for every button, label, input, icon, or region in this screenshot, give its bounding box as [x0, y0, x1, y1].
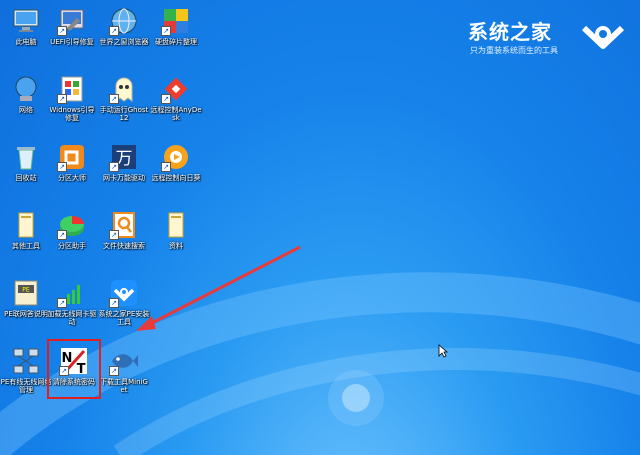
icon-label: 其他工具	[12, 242, 40, 250]
icon-label: 手动运行Ghost12	[99, 106, 149, 122]
desktop-icon-network[interactable]: 网络	[0, 72, 52, 136]
desktop-icon-miniget[interactable]: ↗ 下载工具MiniGet	[98, 344, 150, 408]
desktop-icon-ghost[interactable]: ↗ 手动运行Ghost12	[98, 72, 150, 136]
icon-label: 系统之家PE安装工具	[98, 310, 150, 326]
icon-label: Widnows引导修复	[49, 106, 95, 122]
desktop-icon-partition-helper[interactable]: ↗ 分区助手	[46, 208, 98, 272]
icon-label: 回收站	[15, 174, 37, 182]
icon-label: 世界之窗浏览器	[99, 38, 149, 46]
pe-doc-icon: PE	[14, 280, 38, 306]
icon-label: 分区助手	[58, 242, 86, 250]
desktop-icon-anydesk[interactable]: ↗ 远程控制AnyDesk	[150, 72, 202, 136]
folder-icon	[18, 212, 34, 238]
desktop-icon-recycle-bin[interactable]: 回收站	[0, 140, 52, 204]
xtzj-logo-icon	[581, 25, 625, 49]
desktop-icon-disk-defrag[interactable]: ↗ 硬盘碎片整理	[150, 4, 202, 68]
recycle-bin-icon	[17, 147, 35, 170]
network-icon	[15, 76, 37, 101]
brand-subtitle: 只为重装系统而生的工具	[470, 46, 558, 55]
icon-label: UEFI引导修复	[50, 38, 94, 46]
computer-icon	[13, 9, 39, 32]
desktop-icon-pe-install-tool[interactable]: ↗ 系统之家PE安装工具	[98, 276, 150, 340]
desktop-icon-uefi-repair[interactable]: ↗ UEFI引导修复	[46, 4, 98, 68]
icon-label: 远程控制向日葵	[151, 174, 201, 182]
icon-label: 下载工具MiniGet	[100, 378, 148, 394]
desktop-icon-other-tools[interactable]: 其他工具	[0, 208, 52, 272]
icon-label: 远程控制AnyDesk	[150, 106, 202, 122]
network-manager-icon	[13, 348, 39, 374]
icon-label: 加载无线网卡驱动	[47, 310, 97, 326]
icon-label: 网络	[19, 106, 33, 114]
icon-label: PE联网答说明	[4, 310, 48, 318]
icon-label: 网卡万能驱动	[103, 174, 145, 182]
icon-label: 文件快速搜索	[103, 242, 145, 250]
icon-label: 资料	[169, 242, 183, 250]
desktop-icon-netcard-driver[interactable]: 万 ↗ 网卡万能驱动	[98, 140, 150, 204]
icon-label: 分区大师	[58, 174, 86, 182]
desktop-icon-diskgenius[interactable]: ↗ 分区大师	[46, 140, 98, 204]
icon-label: 此电脑	[15, 38, 37, 46]
desktop-icon-pe-wired-wireless[interactable]: PE有线无线网络管理	[0, 344, 52, 408]
desktop-icon-world-browser[interactable]: ↗ 世界之窗浏览器	[98, 4, 150, 68]
desktop-icon-file-search[interactable]: ↗ 文件快速搜索	[98, 208, 150, 272]
desktop-icon-materials[interactable]: 资料	[150, 208, 202, 272]
icon-label: 硬盘碎片整理	[155, 38, 197, 46]
svg-text:PE: PE	[22, 287, 30, 294]
desktop-icon-windows-boot-repair[interactable]: ↗ Widnows引导修复	[46, 72, 98, 136]
desktop-icon-wireless-driver[interactable]: ↗ 加载无线网卡驱动	[46, 276, 98, 340]
brand-logo-block: 系统之家 只为重装系统而生的工具	[468, 14, 628, 58]
icon-label: PE有线无线网络管理	[0, 378, 52, 394]
brand-title: 系统之家	[468, 20, 552, 44]
desktop-icon-pe-network-help[interactable]: PE PE联网答说明	[0, 276, 52, 340]
desktop-icon-this-pc[interactable]: 此电脑	[0, 4, 52, 68]
highlight-box	[47, 339, 101, 399]
mouse-cursor-icon	[438, 344, 448, 358]
folder-icon	[168, 212, 184, 238]
desktop-icon-remote-sunflower[interactable]: ↗ 远程控制向日葵	[150, 140, 202, 204]
